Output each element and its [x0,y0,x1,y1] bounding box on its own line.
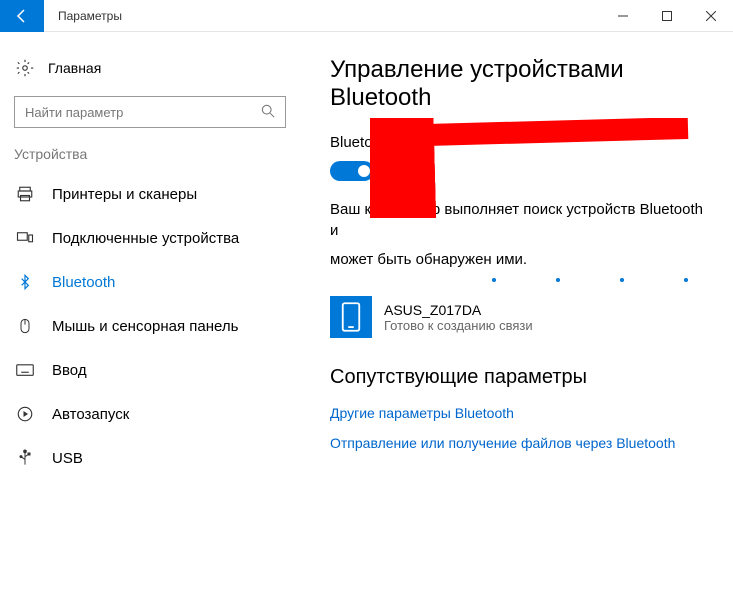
bluetooth-section-label: Bluetooth [330,134,709,151]
sidebar-item-label: Автозапуск [36,406,129,423]
bluetooth-toggle[interactable] [330,161,374,181]
sidebar-item-mouse[interactable]: Мышь и сенсорная панель [0,304,300,348]
sidebar-item-label: Мышь и сенсорная панель [36,318,238,335]
sidebar-item-connected[interactable]: Подключенные устройства [0,216,300,260]
search-description-2: может быть обнаружен ими. [330,249,709,270]
bluetooth-toggle-row: Вкл. [330,161,709,181]
bluetooth-icon [14,274,36,290]
send-receive-link[interactable]: Отправление или получение файлов через B… [330,435,709,451]
back-button[interactable] [0,0,44,32]
toggle-state-label: Вкл. [386,163,416,180]
printer-icon [14,185,36,203]
sidebar-item-usb[interactable]: USB [0,436,300,480]
more-bluetooth-link[interactable]: Другие параметры Bluetooth [330,405,709,421]
gear-icon [14,59,36,77]
devices-icon [14,229,36,247]
sidebar-item-bluetooth[interactable]: Bluetooth [0,260,300,304]
related-settings-title: Сопутствующие параметры [330,366,709,389]
window-controls [601,0,733,32]
sidebar-item-printers[interactable]: Принтеры и сканеры [0,172,300,216]
sidebar-item-label: Принтеры и сканеры [36,186,197,203]
device-name: ASUS_Z017DA [384,302,533,318]
main-content: Управление устройствами Bluetooth Blueto… [300,32,733,607]
phone-icon [330,296,372,338]
sidebar-group-header: Устройства [0,146,300,172]
sidebar-item-autoplay[interactable]: Автозапуск [0,392,300,436]
minimize-button[interactable] [601,0,645,32]
search-input[interactable] [25,105,261,120]
autoplay-icon [14,405,36,423]
usb-icon [14,449,36,467]
search-icon [261,104,275,121]
sidebar-item-typing[interactable]: Ввод [0,348,300,392]
keyboard-icon [14,363,36,377]
sidebar-item-label: Bluetooth [36,274,115,291]
sidebar-home[interactable]: Главная [0,50,300,86]
device-status: Готово к созданию связи [384,318,533,333]
sidebar-item-label: Ввод [36,362,87,379]
searching-indicator [330,278,709,282]
search-input-wrap[interactable] [14,96,286,128]
mouse-icon [14,317,36,335]
sidebar-item-label: Подключенные устройства [36,230,239,247]
device-item[interactable]: ASUS_Z017DA Готово к созданию связи [330,296,709,338]
page-title: Управление устройствами Bluetooth [330,56,709,112]
maximize-button[interactable] [645,0,689,32]
close-button[interactable] [689,0,733,32]
sidebar: Главная Устройства Принтеры и сканеры По… [0,32,300,607]
titlebar: Параметры [0,0,733,32]
window-title: Параметры [44,9,601,23]
sidebar-item-label: USB [36,450,83,467]
search-description-1: Ваш компьютер выполняет поиск устройств … [330,199,709,241]
sidebar-home-label: Главная [36,60,101,76]
